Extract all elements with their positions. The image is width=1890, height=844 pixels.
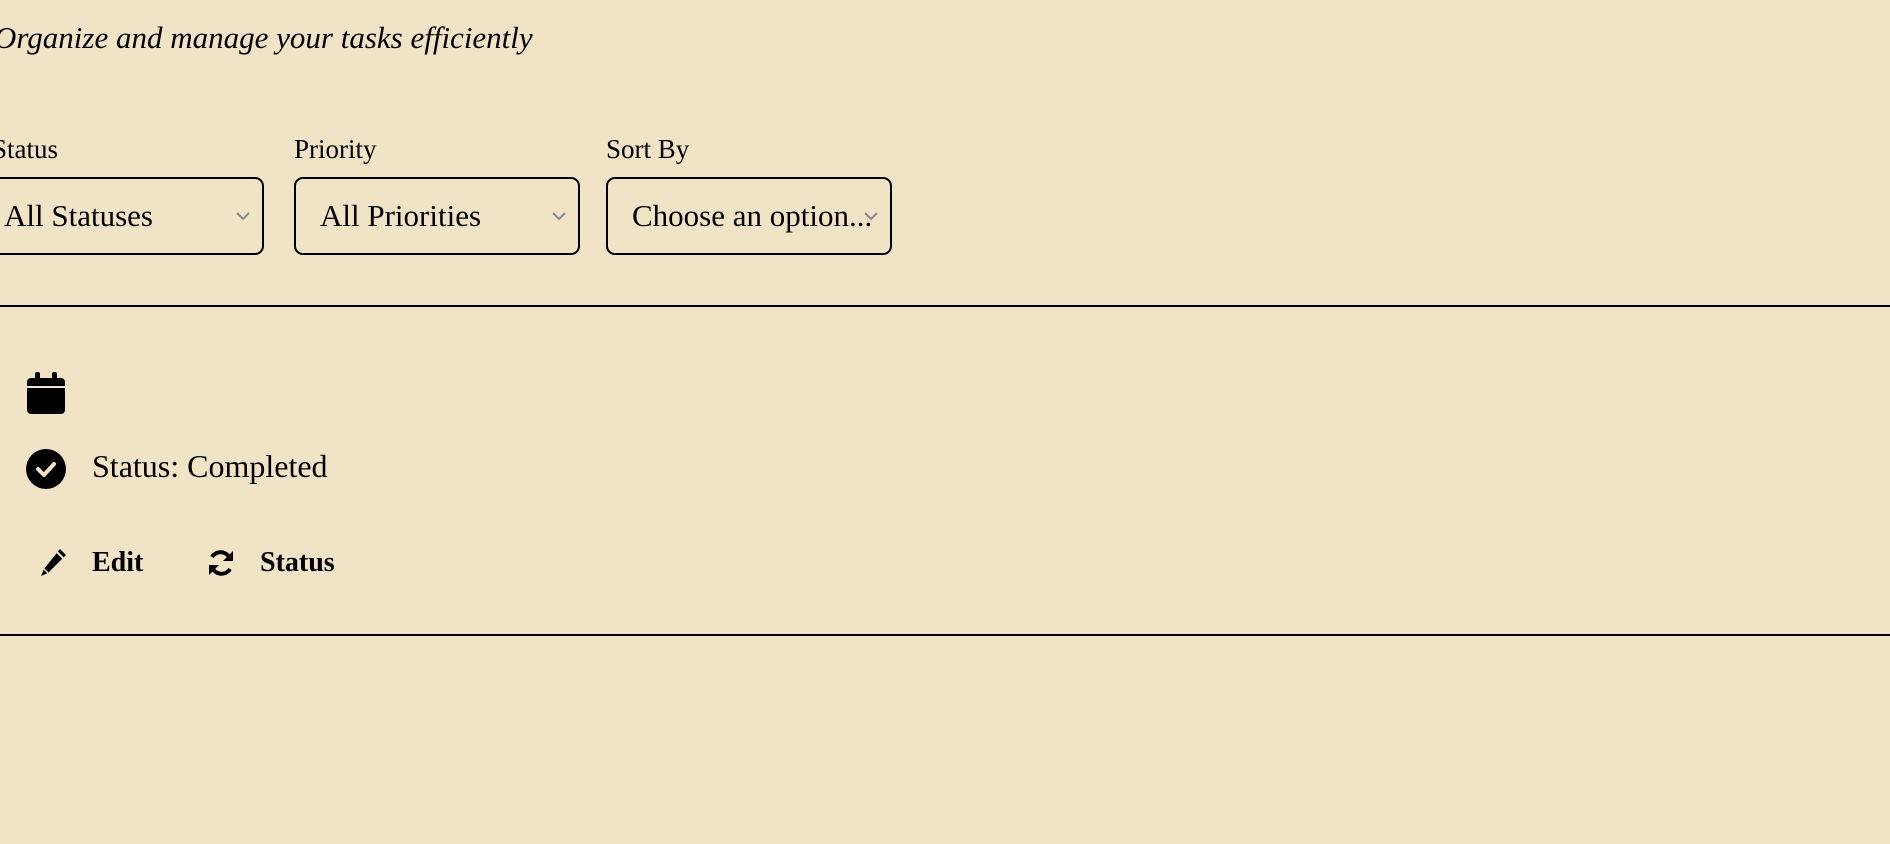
- task-manager-page: Organize and manage your tasks efficient…: [0, 0, 1890, 844]
- change-status-button-label: Status: [260, 547, 335, 578]
- task-status-text: Status: Completed: [92, 448, 328, 484]
- check-circle-icon: [26, 449, 66, 489]
- pencil-icon: [41, 549, 66, 576]
- page-subtitle: Organize and manage your tasks efficient…: [0, 20, 533, 55]
- priority-filter-select[interactable]: All Priorities: [294, 177, 580, 255]
- edit-button[interactable]: Edit: [38, 543, 143, 583]
- status-filter-value: All Statuses: [4, 198, 153, 233]
- priority-filter-label: Priority: [294, 134, 377, 164]
- chevron-down-icon: [236, 212, 250, 221]
- sort-select[interactable]: Choose an option...: [606, 177, 892, 255]
- status-filter-label: Status: [0, 134, 59, 164]
- change-status-button[interactable]: Status: [206, 543, 335, 583]
- calendar-icon: [27, 372, 65, 414]
- divider: [0, 305, 1890, 307]
- status-filter-select[interactable]: All Statuses: [0, 177, 264, 255]
- refresh-icon: [209, 550, 233, 576]
- chevron-down-icon: [552, 212, 566, 221]
- priority-filter-value: All Priorities: [320, 198, 482, 233]
- chevron-down-icon: [864, 212, 878, 221]
- sort-filter-label: Sort By: [606, 134, 690, 164]
- edit-button-label: Edit: [92, 547, 144, 578]
- sort-select-value: Choose an option...: [632, 198, 873, 233]
- divider: [0, 634, 1890, 636]
